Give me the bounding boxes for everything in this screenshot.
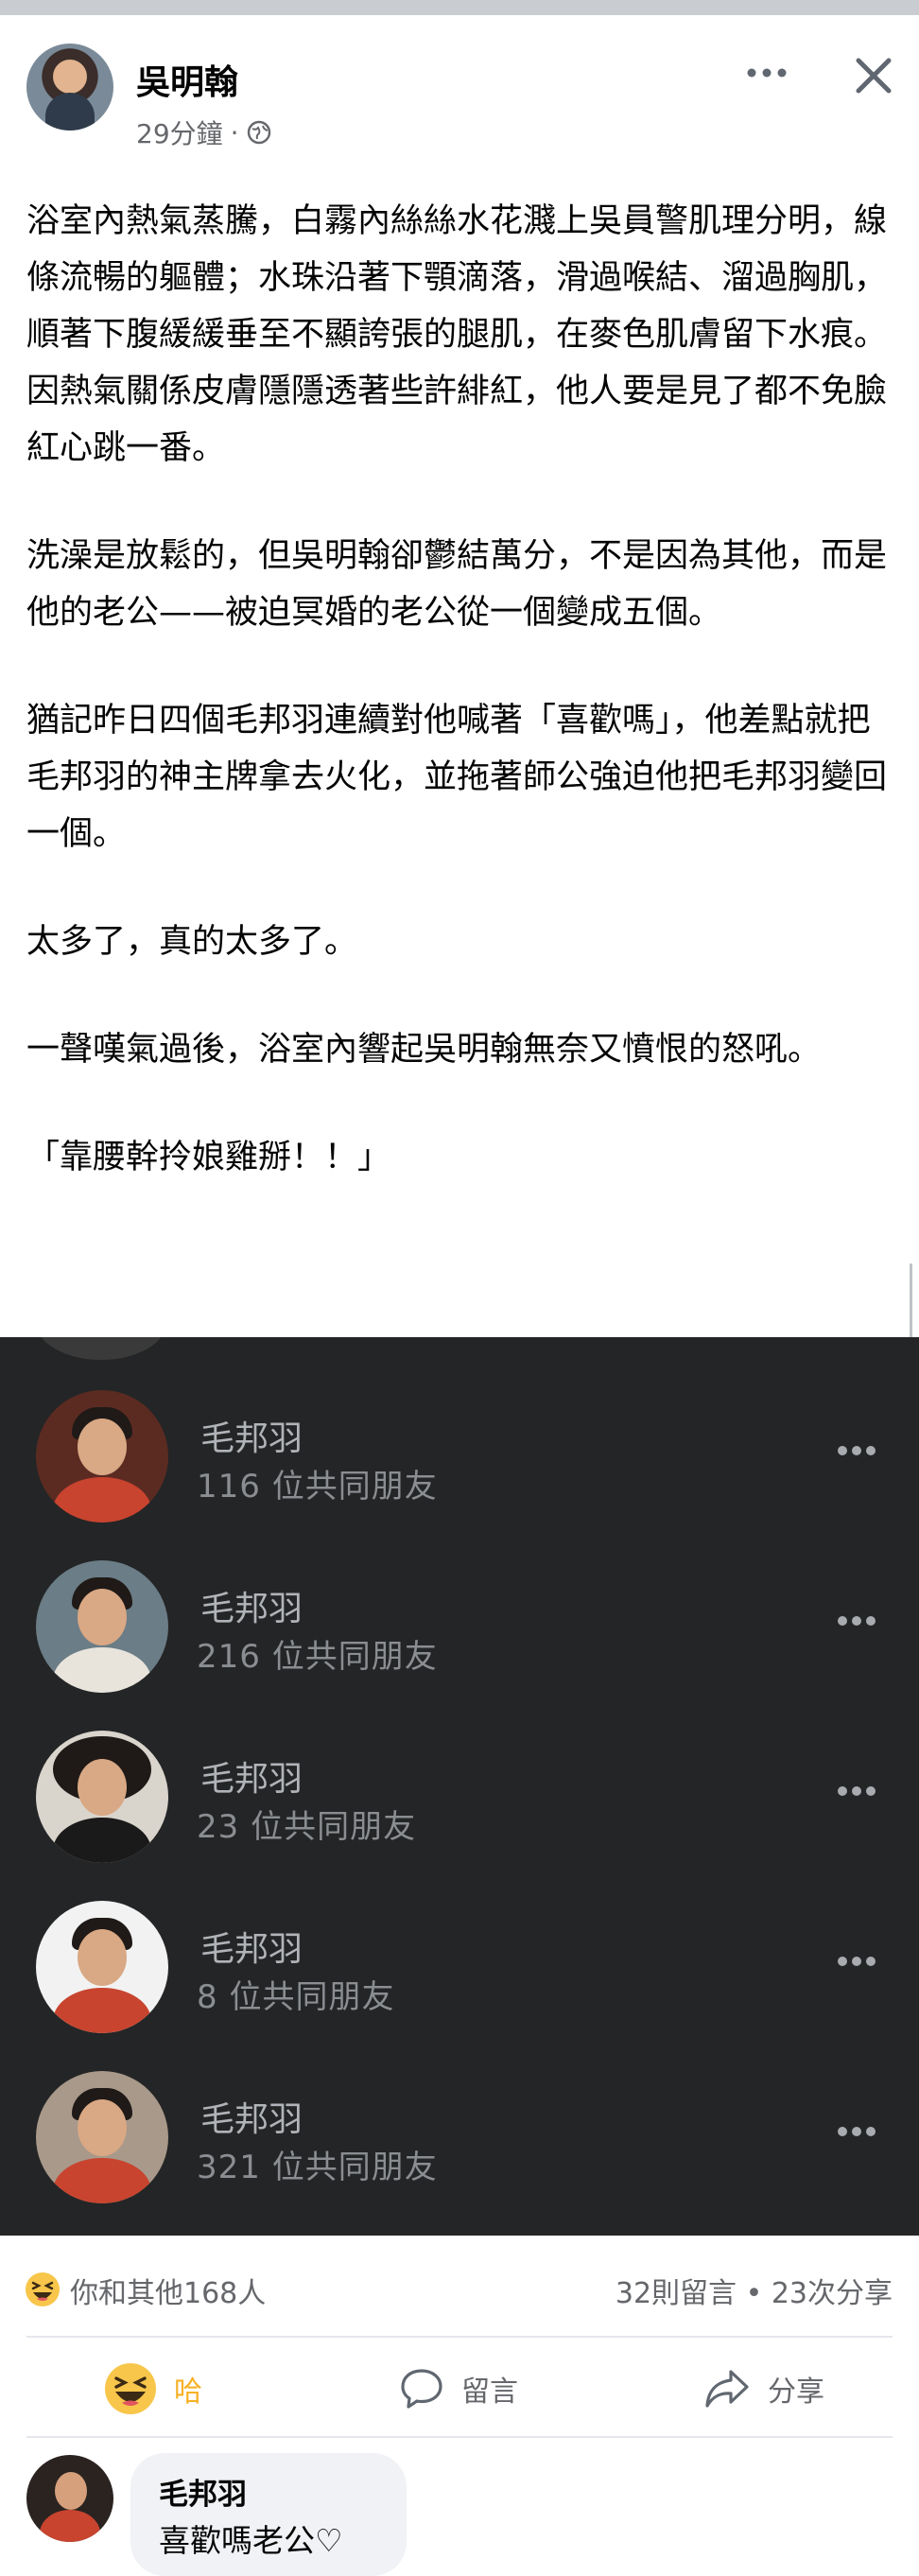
friend-avatar[interactable] [36,2071,168,2203]
friends-list-screenshot: 毛邦羽 116 位共同朋友 毛邦羽 216 位共同朋友 毛邦羽 23 位共同朋友… [0,1337,919,2236]
comment-text: 喜歡嗎老公♡ [159,2522,343,2559]
post-paragraph: 猶記昨日四個毛邦羽連續對他喊著「喜歡嗎」，他差點就把毛邦羽的神主牌拿去火化，並拖… [26,702,888,853]
more-options-icon[interactable] [836,1613,877,1628]
friend-row[interactable]: 毛邦羽 23 位共同朋友 [0,1731,919,1901]
post-paragraph: 一聲嘆氣過後，浴室內響起吳明翰無奈又憤恨的怒吼。 [26,1031,822,1069]
top-strip [0,0,919,15]
post-card: 吳明翰 29分鐘 · 浴室內熱氣蒸騰，白霧內絲絲水花濺上吳員警肌理分明，線條流暢… [0,15,919,1349]
post-paragraph: 太多了，真的太多了。 [26,923,358,961]
mutual-friends: 321 位共同朋友 [197,2149,438,2186]
author-avatar[interactable] [26,44,113,131]
haha-icon [105,2363,156,2414]
friend-row[interactable]: 毛邦羽 216 位共同朋友 [0,1560,919,1731]
post-meta: 29分鐘 · [136,113,271,151]
action-bar: 哈 留言 分享 [0,2341,919,2436]
mutual-friends: 216 位共同朋友 [197,1638,438,1676]
reaction-summary: 你和其他168人 32則留言 • 23次分享 [0,2236,919,2338]
comment-label: 留言 [461,2376,518,2409]
post-body: 浴室內熱氣蒸騰，白霧內絲絲水花濺上吳員警肌理分明，線條流暢的軀體；水珠沿著下顎滴… [26,193,893,1186]
share-icon [705,2370,749,2408]
friend-row[interactable]: 毛邦羽 116 位共同朋友 [0,1390,919,1560]
friend-name[interactable]: 毛邦羽 [200,2092,303,2141]
friend-avatar[interactable] [36,1560,168,1693]
friend-name[interactable]: 毛邦羽 [200,1751,303,1801]
friend-name[interactable]: 毛邦羽 [200,1922,303,1971]
mutual-friends: 23 位共同朋友 [197,1808,417,1846]
more-options-icon[interactable] [836,2124,877,2139]
friend-name[interactable]: 毛邦羽 [200,1411,303,1460]
share-label: 分享 [768,2376,824,2409]
close-icon[interactable] [851,53,896,98]
comment-button[interactable]: 留言 [399,2341,518,2436]
more-options-icon[interactable] [836,1784,877,1799]
divider [26,2436,893,2438]
divider [26,2336,893,2338]
globe-icon [247,120,270,145]
mutual-friends: 116 位共同朋友 [197,1468,438,1506]
cropped-avatar [36,1337,166,1360]
post-paragraph: 浴室內熱氣蒸騰，白霧內絲絲水花濺上吳員警肌理分明，線條流暢的軀體；水珠沿著下顎滴… [26,202,888,467]
friend-avatar[interactable] [36,1390,168,1523]
friend-avatar[interactable] [36,1901,168,2033]
reaction-count[interactable]: 你和其他168人 [70,2270,266,2311]
mutual-friends: 8 位共同朋友 [197,1978,395,2016]
comment-bubble[interactable]: 毛邦羽 喜歡嗎老公♡ [130,2453,407,2576]
post-time[interactable]: 29分鐘 [136,113,223,151]
more-options-icon[interactable] [743,59,790,87]
post-paragraph: 洗澡是放鬆的，但吳明翰卻鬱結萬分，不是因為其他，而是他的老公——被迫冥婚的老公從… [26,537,888,632]
commenter-avatar[interactable] [26,2455,113,2542]
comment-share-stats[interactable]: 32則留言 • 23次分享 [616,2270,893,2311]
author-name[interactable]: 吳明翰 [136,55,238,104]
comment-icon [401,2369,442,2409]
share-button[interactable]: 分享 [703,2341,824,2436]
haha-label: 哈 [174,2376,202,2409]
post-paragraph: 「靠腰幹拎娘雞掰！！」 [26,1139,391,1176]
friend-avatar[interactable] [36,1731,168,1863]
haha-reaction-icon[interactable] [25,2271,61,2307]
haha-button[interactable]: 哈 [104,2341,202,2436]
more-options-icon[interactable] [836,1443,877,1458]
more-options-icon[interactable] [836,1954,877,1969]
comment-author[interactable]: 毛邦羽 [159,2470,247,2513]
meta-separator: · [230,116,239,148]
friend-row[interactable]: 毛邦羽 321 位共同朋友 [0,2071,919,2236]
scrollbar[interactable] [910,1263,912,1349]
friend-row[interactable]: 毛邦羽 8 位共同朋友 [0,1901,919,2071]
friend-name[interactable]: 毛邦羽 [200,1581,303,1630]
